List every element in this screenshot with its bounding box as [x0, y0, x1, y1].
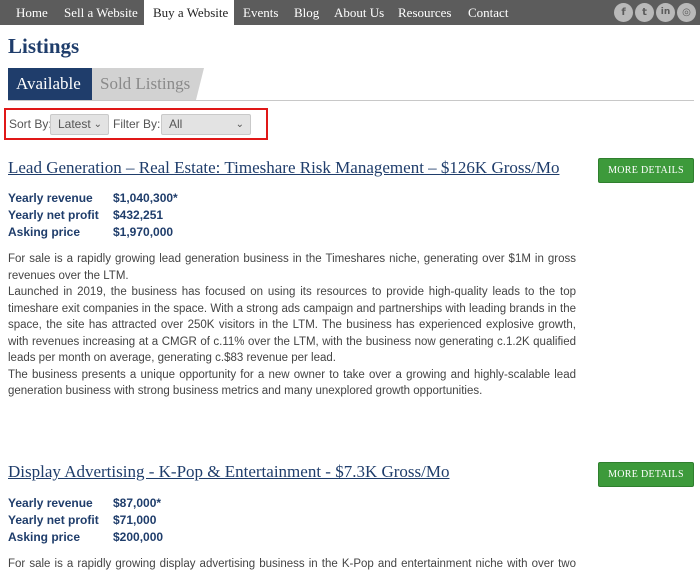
sort-by-label: Sort By:: [9, 117, 52, 131]
filter-by-select[interactable]: All ⌄: [161, 114, 251, 135]
chevron-down-icon: ⌄: [235, 119, 244, 130]
listing-description: For sale is a rapidly growing display ad…: [8, 556, 576, 573]
nav-blog[interactable]: Blog: [286, 0, 326, 25]
stat-value-asking-price: $1,970,000: [113, 225, 174, 239]
sort-by-value: Latest: [58, 117, 91, 131]
sort-by-select[interactable]: Latest ⌄: [50, 114, 109, 135]
nav-about-us[interactable]: About Us: [326, 0, 390, 25]
stat-value-asking-price: $200,000: [113, 530, 164, 544]
page-title: Listings: [8, 34, 80, 58]
stat-label-yearly-net-profit: Yearly net profit: [8, 513, 99, 527]
tab-divider: [8, 100, 694, 101]
stat-value-yearly-revenue: $1,040,300*: [113, 191, 178, 205]
twitter-icon[interactable]: t: [635, 3, 654, 22]
stat-label-yearly-revenue: Yearly revenue: [8, 191, 93, 205]
more-details-button[interactable]: MORE DETAILS: [598, 462, 694, 487]
chevron-down-icon: ⌄: [93, 119, 102, 130]
nav-events[interactable]: Events: [235, 0, 285, 25]
description-paragraph: The business presents a unique opportuni…: [8, 368, 576, 398]
linkedin-icon[interactable]: in: [656, 3, 675, 22]
stat-value-yearly-net-profit: $432,251: [113, 208, 164, 222]
filter-by-value: All: [169, 117, 183, 131]
instagram-icon[interactable]: ◎: [677, 3, 696, 22]
stat-label-asking-price: Asking price: [8, 530, 81, 544]
listing-title[interactable]: Display Advertising - K-Pop & Entertainm…: [8, 462, 450, 482]
stat-label-asking-price: Asking price: [8, 225, 81, 239]
nav-sell-a-website[interactable]: Sell a Website: [56, 0, 144, 25]
description-paragraph: For sale is a rapidly growing lead gener…: [8, 253, 576, 282]
facebook-icon[interactable]: f: [614, 3, 633, 22]
stat-value-yearly-revenue: $87,000*: [113, 496, 162, 510]
nav-contact[interactable]: Contact: [460, 0, 520, 25]
nav-buy-a-website[interactable]: Buy a Website: [144, 0, 234, 25]
stat-value-yearly-net-profit: $71,000: [113, 513, 157, 527]
nav-resources[interactable]: Resources: [390, 0, 460, 25]
more-details-button[interactable]: MORE DETAILS: [598, 158, 694, 183]
tab-sold-listings[interactable]: Sold Listings: [92, 68, 204, 100]
stat-label-yearly-net-profit: Yearly net profit: [8, 208, 99, 222]
filter-by-label: Filter By:: [113, 117, 161, 131]
top-nav: Home Sell a Website Buy a Website Events…: [0, 0, 700, 25]
description-paragraph: For sale is a rapidly growing display ad…: [8, 558, 576, 570]
stat-label-yearly-revenue: Yearly revenue: [8, 496, 93, 510]
description-paragraph: Launched in 2019, the business has focus…: [8, 286, 576, 364]
listing-description: For sale is a rapidly growing lead gener…: [8, 251, 576, 400]
tab-available[interactable]: Available: [8, 68, 92, 100]
listing-title[interactable]: Lead Generation – Real Estate: Timeshare…: [8, 158, 559, 178]
nav-home[interactable]: Home: [8, 0, 56, 25]
